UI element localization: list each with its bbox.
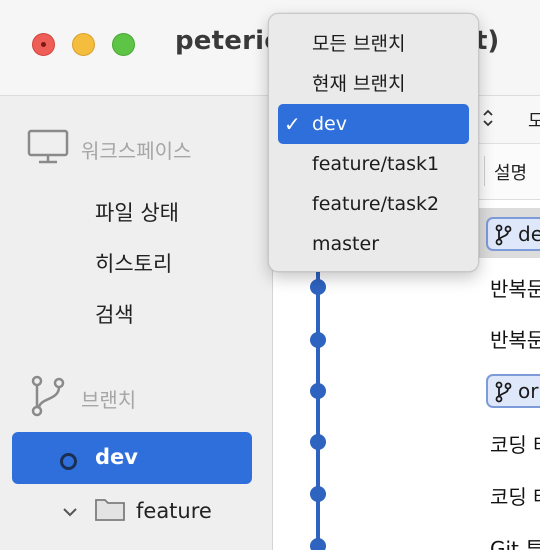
column-divider[interactable] (484, 156, 485, 186)
monitor-icon (27, 129, 69, 169)
sidebar: 워크스페이스 파일 상태 히스토리 검색 브랜치 dev feature (0, 96, 273, 550)
checkmark-icon: ✓ (284, 112, 301, 136)
option-label: dev (312, 113, 347, 135)
zoom-window-button[interactable] (112, 33, 135, 56)
commit-dot (310, 538, 326, 550)
branches-section-label: 브랜치 (81, 387, 137, 412)
commit-message[interactable]: 반복문 (490, 273, 540, 302)
dropdown-option-current-branch[interactable]: 현재 브랜치 (278, 64, 469, 104)
branch-icon (27, 374, 69, 422)
badge-label: dev (518, 222, 540, 246)
sidebar-item-search[interactable]: 검색 (95, 299, 134, 329)
branch-icon (494, 381, 512, 406)
up-down-arrows-icon[interactable] (482, 108, 494, 133)
badge-label: origin (518, 379, 540, 403)
branch-filter-dropdown: 모든 브랜치 현재 브랜치 ✓ dev feature/task1 featur… (268, 13, 479, 272)
commit-dot (310, 279, 326, 295)
sidebar-item-history[interactable]: 히스토리 (95, 248, 172, 278)
sidebar-item-file-status[interactable]: 파일 상태 (95, 197, 179, 227)
option-label: feature/task1 (312, 153, 440, 175)
branch-badge[interactable]: origin (486, 374, 540, 408)
commit-dot (310, 434, 326, 450)
description-column-label[interactable]: 설명 (494, 159, 527, 185)
window-title: peteric (175, 26, 280, 56)
branch-name: dev (95, 445, 138, 469)
commit-message[interactable]: Git 튜 (490, 533, 540, 550)
sidebar-branch-dev[interactable]: dev (12, 432, 252, 484)
commit-dot (310, 383, 326, 399)
commit-message[interactable]: 코딩 테 (490, 481, 540, 510)
commit-dot (310, 486, 326, 502)
option-label: feature/task2 (312, 193, 440, 215)
dropdown-option-feature-task2[interactable]: feature/task2 (278, 184, 469, 224)
minimize-window-button[interactable] (72, 33, 95, 56)
option-label: 모든 브랜치 (312, 33, 406, 55)
dropdown-option-feature-task1[interactable]: feature/task1 (278, 144, 469, 184)
commit-dot (310, 332, 326, 348)
folder-icon (94, 496, 126, 526)
dropdown-option-dev[interactable]: ✓ dev (278, 104, 469, 144)
dropdown-option-master[interactable]: master (278, 224, 469, 264)
branch-icon (494, 224, 512, 249)
chevron-down-icon[interactable] (62, 502, 84, 521)
dropdown-option-all-branches[interactable]: 모든 브랜치 (278, 24, 469, 64)
folder-label: feature (136, 499, 212, 523)
commit-message[interactable]: 반복문 (490, 324, 540, 353)
commit-message[interactable]: 코딩 테 (490, 429, 540, 458)
option-label: 현재 브랜치 (312, 73, 406, 95)
branch-badge[interactable]: dev (486, 217, 540, 251)
workspace-section-label: 워크스페이스 (81, 138, 192, 163)
option-label: master (312, 233, 380, 255)
toolbar-option-text[interactable]: 모 (528, 107, 540, 133)
current-branch-icon (60, 453, 77, 470)
branches-section-header: 브랜치 (27, 374, 136, 422)
sidebar-folder-feature[interactable]: feature (62, 496, 212, 526)
close-window-button[interactable] (32, 33, 55, 56)
workspace-section-header: 워크스페이스 (27, 129, 191, 169)
